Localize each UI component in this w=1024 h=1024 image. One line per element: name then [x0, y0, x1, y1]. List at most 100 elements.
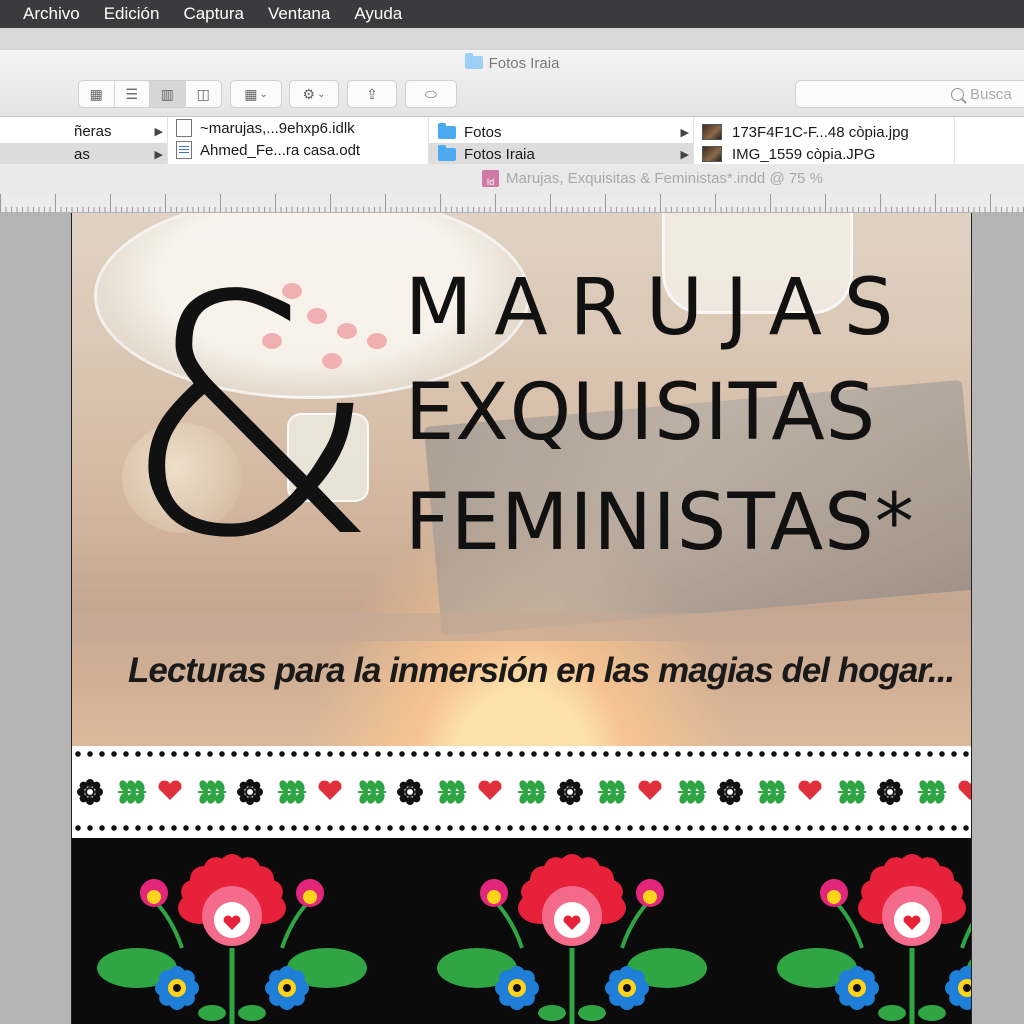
share-button[interactable]: ⇪ [347, 80, 397, 108]
rosette-motif [557, 779, 583, 805]
small-leaf [918, 1005, 946, 1021]
bud-center [147, 890, 161, 904]
rosette-center [565, 787, 575, 797]
tag-icon: ⬭ [425, 85, 437, 102]
document-title: Marujas, Exquisitas & Feministas*.indd @… [506, 170, 824, 187]
list-item[interactable]: IMG_1559 còpia.JPG [702, 143, 875, 165]
list-item-label: Ahmed_Fe...ra casa.odt [200, 141, 361, 159]
list-item[interactable]: ~marujas,...9ehxp6.idlk [176, 117, 355, 139]
column-view-icon: ▥ [160, 85, 174, 102]
search-icon [951, 87, 964, 101]
heart-motif [958, 780, 971, 800]
arrange-icon: ▦ [244, 85, 258, 102]
column-browser: ñeras ▶ as ▶ ~marujas,...9ehxp6.idlk Ahmed… [0, 117, 1024, 165]
list-item-selected[interactable]: as ▶ [0, 143, 167, 165]
bud-center [827, 890, 841, 904]
blue-flower-dot [283, 984, 291, 992]
leaf-motif [838, 780, 866, 804]
rosette-petal [572, 781, 581, 790]
leaf-motif [758, 780, 786, 804]
blue-flower-dot [623, 984, 631, 992]
view-mode-control: ▦ ☰ ▥ ◫ [78, 80, 222, 108]
column-3: Fotos ▶ Fotos Iraia ▶ [429, 117, 694, 165]
ampersand-logo: & [119, 226, 382, 610]
bud-center [303, 890, 317, 904]
menu-ayuda[interactable]: Ayuda [342, 0, 414, 28]
tag-button[interactable]: ⬭ [405, 80, 457, 108]
list-item-label: ñeras [74, 122, 112, 140]
cover-flow-icon: ◫ [196, 85, 210, 102]
gear-icon: ⚙ [302, 85, 316, 102]
list-item[interactable]: Fotos ▶ [429, 121, 693, 143]
finder-toolbar: Fotos Iraia ▦ ☰ ▥ ◫ ▦ ⌄ ⚙ ⌄ ⇪ ⬭ Busca [0, 50, 1024, 117]
leaf-motif [278, 780, 306, 804]
chevron-right-icon: ▶ [680, 126, 689, 139]
list-item[interactable]: ñeras ▶ [0, 120, 167, 142]
document-tab[interactable]: Id Marujas, Exquisitas & Feministas*.ind… [482, 170, 823, 187]
leaf-motif [358, 780, 386, 804]
horizontal-ruler[interactable] [0, 194, 1024, 213]
document-page[interactable]: & MARUJAS EXQUISITAS FEMINISTAS* Lectura… [71, 213, 972, 1024]
blue-flower-dot [853, 984, 861, 992]
image-thumbnail-icon [702, 124, 722, 140]
blue-flower-dot [173, 984, 181, 992]
heart-shape [318, 780, 342, 800]
blue-flower-dot [963, 984, 971, 992]
list-item-selected[interactable]: Fotos Iraia ▶ [429, 143, 693, 165]
list-item-label: ~marujas,...9ehxp6.idlk [200, 119, 355, 137]
chevron-right-icon: ▶ [154, 148, 163, 161]
floral-motif [777, 854, 971, 1024]
window-title: Fotos Iraia [0, 53, 1024, 72]
title-line-3: FEMINISTAS* [405, 478, 915, 568]
heart-motif [798, 780, 822, 800]
chevron-down-icon: ⌄ [317, 88, 326, 100]
list-item-label: 173F4F1C-F...48 còpia.jpg [732, 123, 909, 141]
small-leaf [238, 1005, 266, 1021]
small-leaf [538, 1005, 566, 1021]
menu-archivo[interactable]: Archivo [0, 0, 92, 28]
ruler-ticks [0, 194, 1024, 212]
dot-row [72, 750, 971, 758]
list-item-label: Fotos Iraia [464, 145, 535, 163]
finder-window-backdrop [0, 28, 1024, 50]
rosette-petal [252, 781, 261, 790]
document-tab-bar: Id Marujas, Exquisitas & Feministas*.ind… [0, 164, 1024, 195]
rosette-petal [92, 781, 101, 790]
search-input[interactable]: Busca [795, 80, 1024, 108]
rosette-petal [412, 781, 421, 790]
cover-flow-button[interactable]: ◫ [186, 81, 221, 107]
folder-icon [438, 144, 456, 161]
list-item[interactable]: 173F4F1C-F...48 còpia.jpg [702, 121, 909, 143]
column-view-button[interactable]: ▥ [150, 81, 186, 107]
small-leaf [878, 1005, 906, 1021]
list-item[interactable]: Ahmed_Fe...ra casa.odt [176, 139, 360, 161]
action-button[interactable]: ⚙ ⌄ [289, 80, 339, 108]
menu-edicion[interactable]: Edición [92, 0, 172, 28]
list-view-button[interactable]: ☰ [115, 81, 150, 107]
arrange-button[interactable]: ▦ ⌄ [230, 80, 282, 108]
rosette-motif [877, 779, 903, 805]
column-2: ~marujas,...9ehxp6.idlk Ahmed_Fe...ra ca… [168, 117, 429, 164]
heart-shape [478, 780, 502, 800]
icon-view-button[interactable]: ▦ [79, 81, 115, 107]
menu-captura[interactable]: Captura [171, 0, 255, 28]
rosette-motif [717, 779, 743, 805]
small-leaf [578, 1005, 606, 1021]
image-thumbnail-icon [702, 146, 722, 162]
chevron-right-icon: ▶ [154, 125, 163, 138]
leaf-motif [918, 780, 946, 804]
heart-motif [318, 780, 342, 800]
menu-ventana[interactable]: Ventana [256, 0, 342, 28]
rosette-motif [397, 779, 423, 805]
leaf-motif [118, 780, 146, 804]
list-view-icon: ☰ [125, 85, 139, 102]
cover-photo: & MARUJAS EXQUISITAS FEMINISTAS* Lectura… [72, 213, 971, 746]
leaf-motif [678, 780, 706, 804]
heart-motif [158, 780, 182, 800]
bud-center [643, 890, 657, 904]
heart-motif [638, 780, 662, 800]
icon-view-icon: ▦ [89, 85, 103, 102]
small-leaf [198, 1005, 226, 1021]
share-icon: ⇪ [366, 85, 378, 102]
list-item-label: Fotos [464, 123, 502, 141]
